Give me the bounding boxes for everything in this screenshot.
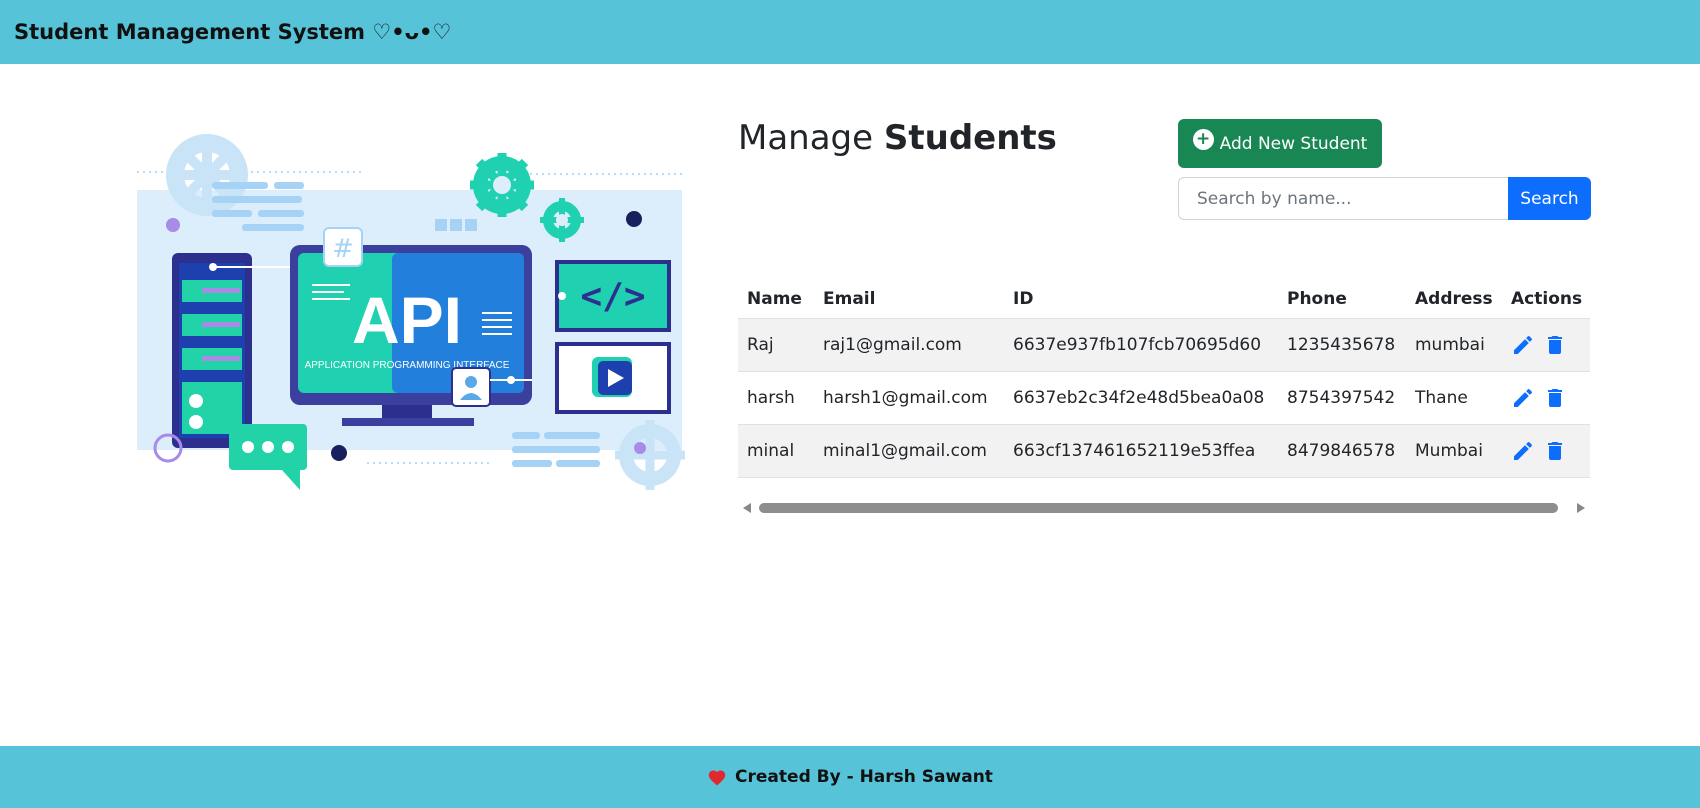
search-bar: Search xyxy=(1178,177,1591,220)
cell-address: mumbai xyxy=(1406,318,1502,372)
add-new-student-button[interactable]: + Add New Student xyxy=(1178,119,1382,168)
svg-text:#: # xyxy=(332,234,354,264)
pencil-icon[interactable] xyxy=(1511,386,1535,410)
students-table-container: Name Email ID Phone Address Actions Raj … xyxy=(738,280,1590,520)
scroll-right-arrow-icon[interactable] xyxy=(1577,503,1585,513)
cell-email: minal1@gmail.com xyxy=(814,424,1004,478)
cell-address: Thane xyxy=(1406,371,1502,425)
api-illustration: API APPLICATION PROGRAMMING INTERFACE # … xyxy=(137,134,685,490)
cell-phone: 8479846578 xyxy=(1278,424,1406,478)
header-name: Name xyxy=(738,280,814,319)
scrollbar-thumb[interactable] xyxy=(759,503,1558,513)
search-input[interactable] xyxy=(1178,177,1508,220)
pencil-icon[interactable] xyxy=(1511,439,1535,463)
brand-title[interactable]: Student Management System ♡•ᴗ•♡ xyxy=(14,20,451,44)
add-new-student-label: Add New Student xyxy=(1219,133,1368,154)
header-id: ID xyxy=(1004,280,1278,319)
trash-icon[interactable] xyxy=(1543,333,1567,357)
navbar: Student Management System ♡•ᴗ•♡ xyxy=(0,0,1700,64)
svg-text:</>: </> xyxy=(580,276,645,317)
table-header-row: Name Email ID Phone Address Actions xyxy=(738,280,1590,319)
search-button[interactable]: Search xyxy=(1508,177,1591,220)
table-row: Raj raj1@gmail.com 6637e937fb107fcb70695… xyxy=(738,318,1590,372)
heart-icon xyxy=(708,770,726,786)
students-table: Name Email ID Phone Address Actions Raj … xyxy=(738,280,1590,478)
cell-id: 6637e937fb107fcb70695d60 xyxy=(1004,318,1278,372)
table-horizontal-scrollbar[interactable] xyxy=(738,498,1590,518)
svg-text:API: API xyxy=(352,283,462,357)
scroll-left-arrow-icon[interactable] xyxy=(743,503,751,513)
page-title-plain: Manage xyxy=(738,118,884,158)
header-phone: Phone xyxy=(1278,280,1406,319)
cell-id: 6637eb2c34f2e48d5bea0a08 xyxy=(1004,371,1278,425)
table-row: minal minal1@gmail.com 663cf137461652119… xyxy=(738,424,1590,478)
trash-icon[interactable] xyxy=(1543,439,1567,463)
table-row: harsh harsh1@gmail.com 6637eb2c34f2e48d5… xyxy=(738,371,1590,425)
plus-circle-icon: + xyxy=(1192,129,1214,150)
header-address: Address xyxy=(1406,280,1502,319)
header-email: Email xyxy=(814,280,1004,319)
cell-actions xyxy=(1502,371,1590,425)
cell-address: Mumbai xyxy=(1406,424,1502,478)
cell-name: harsh xyxy=(738,371,814,425)
pencil-icon[interactable] xyxy=(1511,333,1535,357)
cell-name: minal xyxy=(738,424,814,478)
cell-id: 663cf137461652119e53ffea xyxy=(1004,424,1278,478)
cell-email: harsh1@gmail.com xyxy=(814,371,1004,425)
cell-email: raj1@gmail.com xyxy=(814,318,1004,372)
page-title-bold: Students xyxy=(883,118,1057,158)
cell-phone: 8754397542 xyxy=(1278,371,1406,425)
footer: Created By - Harsh Sawant xyxy=(0,746,1700,808)
cell-actions xyxy=(1502,424,1590,478)
header-actions: Actions xyxy=(1502,280,1590,319)
footer-credit: Created By - Harsh Sawant xyxy=(735,767,993,787)
page-title: Manage Students xyxy=(738,118,1057,158)
cell-phone: 1235435678 xyxy=(1278,318,1406,372)
cell-name: Raj xyxy=(738,318,814,372)
trash-icon[interactable] xyxy=(1543,386,1567,410)
cell-actions xyxy=(1502,318,1590,372)
